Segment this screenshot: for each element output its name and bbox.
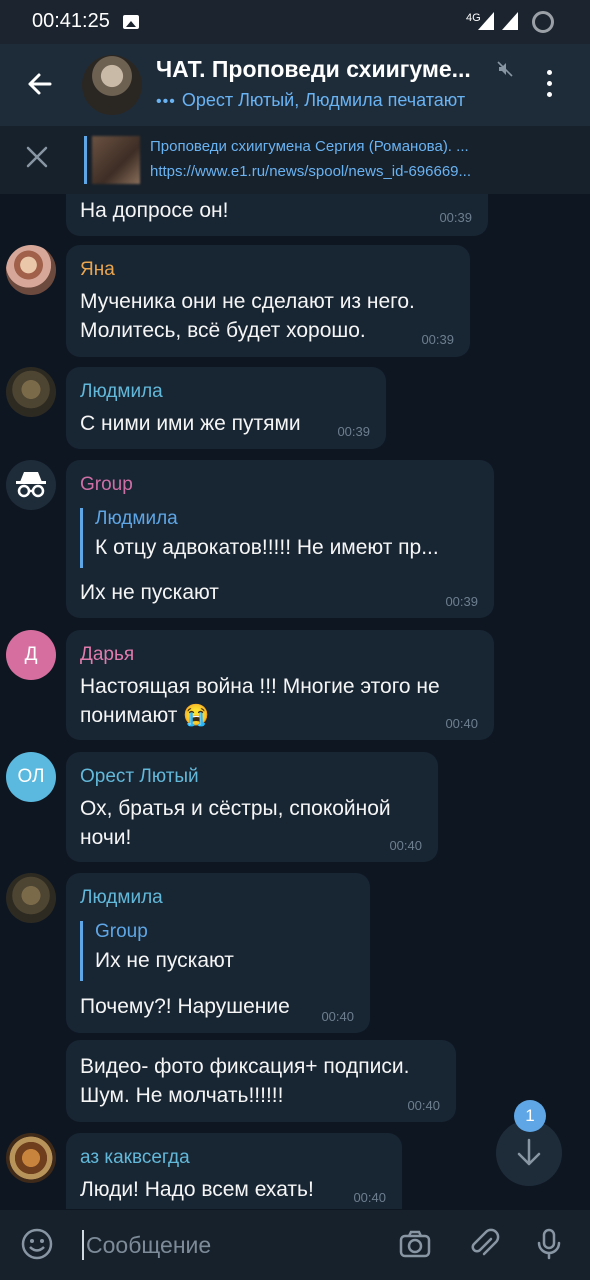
message-bubble[interactable]: Людмила С ними ими же путями 00:39 xyxy=(66,367,386,449)
muted-icon xyxy=(497,61,513,77)
message-text: С ними ими же путями xyxy=(80,412,301,435)
message-time: 00:40 xyxy=(353,1190,386,1205)
message-text-line: понимают 😭 xyxy=(80,704,210,727)
reply-sender: Group xyxy=(95,921,148,942)
message-bubble[interactable]: На допросе он! 00:39 xyxy=(66,194,488,236)
message-input[interactable] xyxy=(82,1230,386,1260)
avatar[interactable] xyxy=(6,367,56,417)
pinned-message[interactable]: Проповеди схиигумена Сергия (Романова). … xyxy=(0,126,590,194)
message-text-line: ночи! xyxy=(80,826,132,849)
avatar[interactable] xyxy=(6,1133,56,1183)
composer-bar xyxy=(0,1210,590,1280)
sender-name[interactable]: Людмила xyxy=(80,381,163,403)
message-time: 00:40 xyxy=(407,1098,440,1113)
arrow-left-icon[interactable] xyxy=(20,64,60,104)
close-icon[interactable] xyxy=(24,144,50,170)
camera-icon[interactable] xyxy=(398,1227,432,1261)
sender-name[interactable]: Group xyxy=(80,474,133,496)
reply-quote[interactable]: Людмила К отцу адвокатов!!!!! Не имеют п… xyxy=(80,508,483,568)
sender-name[interactable]: Людмила xyxy=(80,887,163,909)
sender-name[interactable]: аз каквсегда xyxy=(80,1147,190,1169)
chat-avatar[interactable] xyxy=(82,55,142,115)
message-time: 00:39 xyxy=(445,594,478,609)
microphone-icon[interactable] xyxy=(532,1227,566,1261)
avatar[interactable] xyxy=(6,245,56,295)
message-time: 00:40 xyxy=(321,1009,354,1024)
typing-status: ••• Орест Лютый, Людмила печатают xyxy=(156,90,465,111)
message-text: Почему?! Нарушение xyxy=(80,995,290,1018)
status-time: 00:41:25 xyxy=(32,10,110,32)
message-bubble[interactable]: Людмила Group Их не пускают Почему?! Нар… xyxy=(66,873,370,1033)
status-bar: 00:41:25 4G xyxy=(0,0,590,44)
message-bubble[interactable]: Орест Лютый Ох, братья и сёстры, спокойн… xyxy=(66,752,438,862)
typing-text: Орест Лютый, Людмила печатают xyxy=(181,90,466,110)
message-text-line: Шум. Не молчать!!!!!! xyxy=(80,1084,284,1107)
message-bubble[interactable]: Group Людмила К отцу адвокатов!!!!! Не и… xyxy=(66,460,494,618)
avatar[interactable]: ОЛ xyxy=(6,752,56,802)
message-text-line: Настоящая война !!! Многие этого не xyxy=(80,675,440,698)
message-text-line: Ох, братья и сёстры, спокойной xyxy=(80,797,391,820)
more-vertical-icon[interactable] xyxy=(546,70,554,100)
paperclip-icon[interactable] xyxy=(467,1227,501,1261)
reply-text: К отцу адвокатов!!!!! Не имеют пр... xyxy=(95,536,439,559)
sender-name[interactable]: Яна xyxy=(80,259,115,281)
message-time: 00:40 xyxy=(389,838,422,853)
message-text: Их не пускают xyxy=(80,581,219,604)
battery-icon xyxy=(532,11,554,33)
message-bubble[interactable]: Яна Мученика они не сделают из него. Мол… xyxy=(66,245,470,357)
pinned-url[interactable]: https://www.e1.ru/news/spool/news_id-696… xyxy=(150,163,560,180)
message-bubble[interactable]: аз каквсегда Люди! Надо всем ехать! 00:4… xyxy=(66,1133,402,1209)
avatar[interactable] xyxy=(6,873,56,923)
pinned-accent-bar xyxy=(84,136,87,184)
sender-name[interactable]: Орест Лютый xyxy=(80,766,199,788)
gallery-icon xyxy=(123,15,139,29)
reply-sender: Людмила xyxy=(95,508,178,529)
unread-badge: 1 xyxy=(514,1100,546,1132)
incognito-avatar[interactable] xyxy=(6,460,56,510)
sender-name[interactable]: Дарья xyxy=(80,644,134,666)
chat-title[interactable]: ЧАТ. Проповеди схиигуме... xyxy=(156,56,491,83)
message-text-line: Видео- фото фиксация+ подписи. xyxy=(80,1055,410,1078)
message-time: 00:39 xyxy=(439,210,472,225)
message-time: 00:39 xyxy=(337,424,370,439)
message-text: На допросе он! xyxy=(80,199,229,222)
incognito-icon xyxy=(16,472,46,498)
message-text-line: Молитесь, всё будет хорошо. xyxy=(80,319,366,342)
signal-icon xyxy=(478,12,494,30)
message-text: Люди! Надо всем ехать! xyxy=(80,1178,314,1201)
emoji-icon[interactable] xyxy=(20,1227,54,1261)
pinned-title[interactable]: Проповеди схиигумена Сергия (Романова). … xyxy=(150,138,550,155)
message-bubble[interactable]: Видео- фото фиксация+ подписи. Шум. Не м… xyxy=(66,1040,456,1122)
reply-text: Их не пускают xyxy=(95,949,234,972)
message-time: 00:40 xyxy=(445,716,478,731)
message-time: 00:39 xyxy=(421,332,454,347)
signal-icon xyxy=(502,12,518,30)
reply-quote[interactable]: Group Их не пускают xyxy=(80,921,355,981)
chat-header: ЧАТ. Проповеди схиигуме... ••• Орест Люты… xyxy=(0,44,590,126)
typing-indicator-icon: ••• xyxy=(156,93,176,110)
message-text-line: Мученика они не сделают из него. xyxy=(80,290,415,313)
message-bubble[interactable]: Дарья Настоящая война !!! Многие этого н… xyxy=(66,630,494,740)
avatar[interactable]: Д xyxy=(6,630,56,680)
pinned-thumbnail xyxy=(92,136,140,184)
